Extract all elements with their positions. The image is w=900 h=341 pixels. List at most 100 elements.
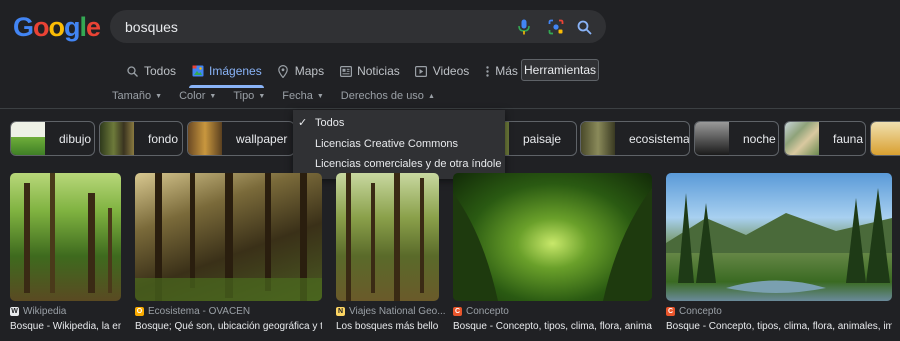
filter-label: Derechos de uso [340,90,424,102]
chip-thumbnail [11,122,45,155]
chip-thumbnail [695,122,729,155]
tab-label: Todos [144,64,177,78]
header-divider [0,108,900,109]
caret-up-icon: ▲ [427,92,435,100]
image-results: W Wikipedia Bosque - Wikipedia, la en... … [0,173,900,341]
tab-videos[interactable]: Videos [409,56,475,86]
caret-down-icon: ▼ [155,92,163,100]
news-icon [339,65,352,78]
filter-size[interactable]: Tamaño ▼ [112,89,162,103]
concepto-favicon-icon: C [666,307,675,316]
camera-lens-icon[interactable] [547,18,565,36]
mic-icon[interactable] [515,18,533,36]
result-title[interactable]: Bosque - Concepto, tipos, clima, flora, … [666,321,892,332]
google-logo[interactable]: Google [13,12,101,42]
result-source[interactable]: C Concepto [453,306,509,317]
tab-label: Noticias [357,64,400,78]
chip-label: fondo [148,131,179,146]
search-box[interactable]: bosques [110,10,606,43]
search-icon[interactable] [575,18,593,36]
usage-rights-menu: ✓ Todos Licencias Creative Commons Licen… [293,110,505,179]
source-name: Concepto [679,306,722,317]
chip-label: fauna [833,131,864,146]
checkmark-icon: ✓ [298,117,308,129]
chip-fondo[interactable]: fondo [99,121,183,156]
chip-thumbnail [871,122,900,155]
source-name: Concepto [466,306,509,317]
tab-noticias[interactable]: Noticias [333,56,406,86]
menu-item-commercial[interactable]: Licencias comerciales y de otra índole [315,158,501,170]
chip-label: wallpaper [236,131,288,146]
logo-letter: G [13,12,34,42]
source-name: Wikipedia [23,306,67,317]
ovacen-favicon-icon: O [135,307,144,316]
result-image[interactable] [666,173,892,301]
filter-bar: Tamaño ▼ Color ▼ Tipo ▼ Fecha ▼ Derechos de … [112,89,435,103]
tab-mas[interactable]: Más [478,56,524,86]
tab-todos[interactable]: Todos [120,56,182,86]
wikipedia-favicon-icon: W [10,307,19,316]
result-title[interactable]: Los bosques más bello... [336,321,439,332]
result-source[interactable]: N Viajes National Geo... [336,306,446,317]
filter-label: Tamaño [112,90,152,102]
filter-type[interactable]: Tipo ▼ [233,89,265,103]
map-pin-icon [277,64,290,78]
tab-label: Videos [432,64,470,78]
logo-letter: g [64,12,80,42]
chip-noche[interactable]: noche [694,121,779,156]
natgeo-favicon-icon: N [336,307,345,316]
logo-letter: o [48,12,65,42]
search-icon [126,65,139,78]
chip-label: noche [743,131,776,146]
caret-down-icon: ▼ [316,92,324,100]
image-icon [191,65,204,78]
menu-item-todos[interactable]: Todos [315,117,344,129]
result-source[interactable]: W Wikipedia [10,306,66,317]
filter-date[interactable]: Fecha ▼ [282,89,324,103]
logo-letter: e [86,12,101,42]
result-title[interactable]: Bosque - Concepto, tipos, clima, flora, … [453,321,652,332]
result-image[interactable] [453,173,652,301]
chip-thumbnail [581,122,615,155]
chip-fauna[interactable]: fauna [784,121,866,156]
result-title[interactable]: Bosque - Wikipedia, la en... [10,321,121,332]
logo-letter: o [33,12,49,42]
tools-button[interactable]: Herramientas [521,59,599,81]
tab-label: Más [495,64,518,78]
result-title[interactable]: Bosque; Qué son, ubicación geográfica y … [135,321,322,332]
more-vertical-icon [484,65,490,78]
tab-label: Maps [294,64,325,78]
tab-label: Imágenes [209,64,262,78]
chip-wallpaper[interactable]: wallpaper [187,121,295,156]
filter-label: Color [179,90,206,102]
filter-label: Fecha [282,90,313,102]
filter-usage-rights[interactable]: Derechos de uso ▲ [341,89,435,103]
result-source[interactable]: C Concepto [666,306,722,317]
result-image[interactable] [336,173,439,301]
chip-ecosistema[interactable]: ecosistema [580,121,690,156]
menu-item-creative-commons[interactable]: Licencias Creative Commons [315,138,458,150]
caret-down-icon: ▼ [209,92,217,100]
chip-more[interactable] [870,121,900,156]
filter-label: Tipo [233,90,255,102]
chip-paisaje[interactable]: paisaje [500,121,577,156]
tab-imagenes[interactable]: Imágenes [185,56,268,88]
chip-thumbnail [100,122,134,155]
tab-maps[interactable]: Maps [271,56,330,86]
caret-down-icon: ▼ [258,92,266,100]
chip-thumbnail [785,122,819,155]
source-name: Viajes National Geo... [349,306,446,317]
search-tabs: Todos Imágenes Maps Noticias Videos Más [120,56,527,88]
result-image[interactable] [10,173,121,301]
filter-color[interactable]: Color ▼ [179,89,216,103]
concepto-favicon-icon: C [453,307,462,316]
source-name: Ecosistema - OVACEN [148,306,251,317]
search-input[interactable]: bosques [125,19,178,35]
chip-label: dibujo [59,131,92,146]
chip-label: paisaje [523,131,562,146]
chip-thumbnail [188,122,222,155]
result-source[interactable]: O Ecosistema - OVACEN [135,306,250,317]
chip-dibujo[interactable]: dibujo [10,121,95,156]
result-image[interactable] [135,173,322,301]
chip-label: ecosistema [629,131,690,146]
